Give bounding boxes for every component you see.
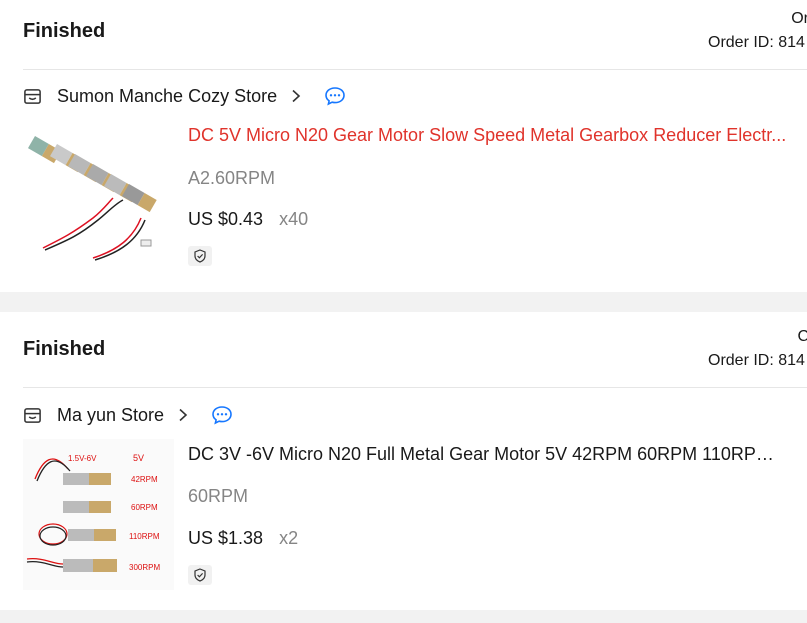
product-price: US $0.43	[188, 209, 264, 229]
store-name-link[interactable]: Sumon Manche Cozy Store	[57, 86, 277, 107]
store-row: Sumon Manche Cozy Store	[23, 83, 346, 109]
product-price: US $1.38	[188, 528, 264, 548]
store-name-link[interactable]: Ma yun Store	[57, 405, 164, 426]
product-title-link[interactable]: DC 5V Micro N20 Gear Motor Slow Speed Me…	[188, 125, 788, 146]
order-id: Order ID: 814	[708, 34, 805, 51]
order-card: Finished C Order ID: 814 Ma yun Store 1.…	[0, 312, 807, 610]
order-status: Finished	[23, 20, 106, 42]
shield-check-icon	[194, 249, 206, 263]
shield-check-icon	[194, 568, 206, 582]
divider	[23, 387, 807, 388]
store-icon	[24, 88, 41, 104]
price-row: US $1.38 x2	[188, 528, 298, 549]
divider	[23, 69, 807, 70]
protection-badge[interactable]	[188, 246, 212, 266]
chat-icon[interactable]	[211, 405, 233, 425]
image-label-voltage: 5V	[133, 453, 144, 463]
product-quantity: x2	[279, 528, 299, 548]
product-variant: A2.60RPM	[188, 168, 276, 188]
image-label-voltage-range: 1.5V-6V	[68, 454, 97, 463]
price-row: US $0.43 x40	[188, 209, 308, 230]
store-row: Ma yun Store	[23, 402, 233, 428]
image-label-60rpm: 60RPM	[131, 503, 158, 512]
image-label-110rpm: 110RPM	[129, 532, 160, 541]
order-card: Finished Or Order ID: 814 Sumon Manche C…	[0, 0, 807, 292]
image-label-300rpm: 300RPM	[129, 563, 160, 572]
product-image[interactable]	[23, 118, 174, 269]
product-variant: 60RPM	[188, 486, 249, 506]
order-date-label: C	[797, 328, 807, 345]
store-icon	[24, 407, 41, 423]
image-label-42rpm: 42RPM	[131, 475, 158, 484]
order-id: Order ID: 814	[708, 352, 805, 369]
product-quantity: x40	[279, 209, 309, 229]
chevron-right-icon[interactable]	[289, 89, 303, 103]
order-date-label: Or	[791, 10, 807, 27]
product-image[interactable]: 1.5V-6V 5V 42RPM 60RPM 110RPM 300RPM	[23, 439, 174, 590]
chat-icon[interactable]	[324, 86, 346, 106]
order-status: Finished	[23, 338, 106, 360]
product-title-link[interactable]: DC 3V -6V Micro N20 Full Metal Gear Moto…	[188, 444, 788, 465]
protection-badge[interactable]	[188, 565, 212, 585]
chevron-right-icon[interactable]	[176, 408, 190, 422]
